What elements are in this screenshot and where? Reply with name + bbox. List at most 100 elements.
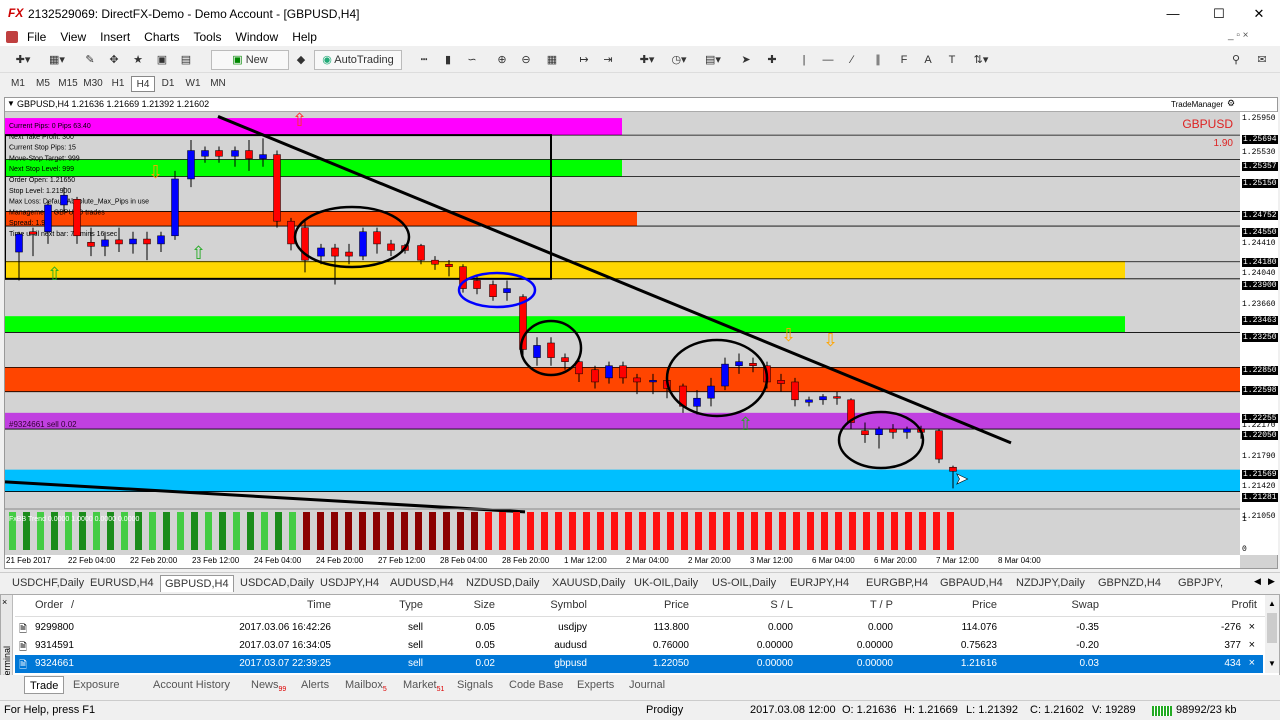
column-header[interactable]: Order [35, 599, 63, 615]
symbol-tab[interactable]: GBPJPY, [1174, 575, 1227, 592]
autoscroll-icon[interactable]: ↦ [574, 50, 594, 70]
table-row[interactable]: 🗎 9314591 2017.03.07 16:34:05 sell 0.05 audus… [15, 637, 1263, 655]
close-order-icon[interactable]: × [1249, 621, 1255, 633]
table-row[interactable]: 🗎 9299800 2017.03.06 16:42:26 sell 0.05 usdjp… [15, 619, 1263, 637]
arrows-icon[interactable]: ⇅▾ [966, 50, 996, 70]
mdi-controls[interactable]: _ ▫ × [1228, 30, 1249, 41]
symbol-tab[interactable]: USDCAD,Daily [236, 575, 318, 592]
menu-insert[interactable]: Insert [93, 28, 137, 46]
symbol-tab[interactable]: UK-OIL,Daily [630, 575, 702, 592]
zoom-out-icon[interactable]: ⊖ [516, 50, 536, 70]
minimize-button[interactable]: — [1150, 0, 1196, 28]
timeframe-h4[interactable]: H4 [131, 76, 155, 92]
chart-menu-icon[interactable]: ▼ [7, 99, 15, 108]
menu-charts[interactable]: Charts [137, 28, 186, 46]
symbol-tab[interactable]: EURGBP,H4 [862, 575, 932, 592]
tab-trade[interactable]: Trade [24, 676, 65, 694]
navigator-icon[interactable]: ✥ [104, 50, 124, 70]
vertical-line-icon[interactable]: | [794, 50, 814, 70]
close-order-icon[interactable]: × [1249, 657, 1255, 669]
trendline-icon[interactable]: ∕ [842, 50, 862, 70]
symbol-tab[interactable]: NZDUSD,Daily [462, 575, 543, 592]
tab-signals[interactable]: Signals [452, 676, 498, 694]
metaeditor-icon[interactable]: ◆ [292, 50, 310, 70]
tab-exposure[interactable]: Exposure [68, 676, 124, 694]
tester-icon[interactable]: ▤ [176, 50, 196, 70]
tab-scroll-left-icon[interactable]: ◀ [1254, 576, 1261, 587]
chart-shift-icon[interactable]: ⇥ [598, 50, 618, 70]
bar-chart-icon[interactable]: ┅ [414, 50, 434, 70]
timeframe-m5[interactable]: M5 [31, 76, 55, 92]
price-chart[interactable]: Current Pips: 0 Pips 63.40 Next Take Prof… [5, 112, 1240, 555]
symbol-tab[interactable]: GBPAUD,H4 [936, 575, 1007, 592]
column-header[interactable]: Swap [1071, 599, 1099, 615]
column-header[interactable]: Profit [1231, 599, 1257, 615]
timeframe-mn[interactable]: MN [206, 76, 230, 92]
auto-trading-button[interactable]: ◉ AutoTrading [314, 50, 402, 70]
tile-windows-icon[interactable]: ▦ [542, 50, 562, 70]
symbol-tab[interactable]: USDJPY,H4 [316, 575, 383, 592]
search-icon[interactable]: ⚲ [1226, 50, 1246, 70]
tab-market[interactable]: Market51 [398, 676, 449, 694]
symbol-tab[interactable]: GBPUSD,H4 [160, 575, 234, 592]
terminal-scrollbar[interactable]: ▲ ▼ [1265, 595, 1279, 673]
symbol-tab[interactable]: EURUSD,H4 [86, 575, 158, 592]
chat-icon[interactable]: ✉ [1252, 50, 1272, 70]
symbol-tab[interactable]: XAUUSD,Daily [548, 575, 629, 592]
close-terminal-icon[interactable]: × [2, 597, 7, 607]
column-header[interactable]: T / P [870, 599, 893, 615]
symbol-tab[interactable]: EURJPY,H4 [786, 575, 853, 592]
tab-experts[interactable]: Experts [572, 676, 619, 694]
templates-icon[interactable]: ▤▾ [698, 50, 728, 70]
column-header[interactable]: S / L [770, 599, 793, 615]
timeframe-w1[interactable]: W1 [181, 76, 205, 92]
menu-window[interactable]: Window [229, 28, 286, 46]
periods-icon[interactable]: ◷▾ [664, 50, 694, 70]
tab-code-base[interactable]: Code Base [504, 676, 568, 694]
column-header[interactable]: Size [474, 599, 495, 615]
tab-scroll-right-icon[interactable]: ▶ [1268, 576, 1275, 587]
tab-account-history[interactable]: Account History [148, 676, 235, 694]
column-header[interactable]: Symbol [550, 599, 587, 615]
symbol-tab[interactable]: USDCHF,Daily [8, 575, 88, 592]
horizontal-line-icon[interactable]: — [818, 50, 838, 70]
column-header[interactable]: / [71, 599, 74, 615]
new-order-button[interactable]: ▣ New Order [211, 50, 289, 84]
timeframe-d1[interactable]: D1 [156, 76, 180, 92]
column-header[interactable]: Price [664, 599, 689, 615]
text-label-icon[interactable]: T [942, 50, 962, 70]
tab-journal[interactable]: Journal [624, 676, 670, 694]
timeframe-m30[interactable]: M30 [81, 76, 105, 92]
column-header[interactable]: Time [307, 599, 331, 615]
crosshair-icon[interactable]: ✚ [762, 50, 782, 70]
trade-manager-icon[interactable]: ⚙ [1227, 98, 1235, 109]
symbol-tab[interactable]: NZDJPY,Daily [1012, 575, 1089, 592]
close-order-icon[interactable]: × [1249, 639, 1255, 651]
indicators-icon[interactable]: ✚▾ [632, 50, 662, 70]
tab-alerts[interactable]: Alerts [296, 676, 334, 694]
column-header[interactable]: Price [972, 599, 997, 615]
candlestick-icon[interactable]: ▮ [438, 50, 458, 70]
close-button[interactable]: ✕ [1236, 0, 1280, 28]
table-row[interactable]: 🗎 9324661 2017.03.07 22:39:25 sell 0.02 gbpus… [15, 655, 1263, 673]
menu-tools[interactable]: Tools [187, 28, 229, 46]
market-watch-icon[interactable]: ✎ [80, 50, 100, 70]
new-chart-icon[interactable]: ✚▾ [6, 50, 40, 70]
timeframe-m15[interactable]: M15 [56, 76, 80, 92]
tab-mailbox[interactable]: Mailbox5 [340, 676, 392, 694]
column-header[interactable]: Type [399, 599, 423, 615]
timeframe-h1[interactable]: H1 [106, 76, 130, 92]
data-window-icon[interactable]: ★ [128, 50, 148, 70]
profiles-icon[interactable]: ▦▾ [42, 50, 72, 70]
symbol-tab[interactable]: GBPNZD,H4 [1094, 575, 1165, 592]
menu-help[interactable]: Help [285, 28, 324, 46]
line-chart-icon[interactable]: ∽ [462, 50, 482, 70]
text-icon[interactable]: A [918, 50, 938, 70]
menu-view[interactable]: View [53, 28, 93, 46]
zoom-in-icon[interactable]: ⊕ [492, 50, 512, 70]
cursor-icon[interactable]: ➤ [736, 50, 756, 70]
symbol-tab[interactable]: US-OIL,Daily [708, 575, 780, 592]
equidistant-channel-icon[interactable]: ∥ [866, 50, 890, 70]
symbol-tab[interactable]: AUDUSD,H4 [386, 575, 458, 592]
timeframe-m1[interactable]: M1 [6, 76, 30, 92]
